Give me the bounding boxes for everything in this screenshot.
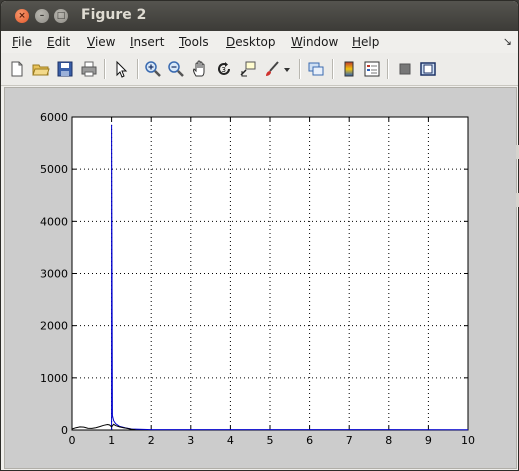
link-plot-icon[interactable] — [307, 60, 325, 78]
x-tick-label: 10 — [461, 434, 475, 447]
show-plot-tools-icon[interactable] — [419, 60, 437, 78]
minimize-button[interactable]: – — [35, 9, 49, 23]
toolbar-separator — [387, 59, 389, 79]
menu-desktop[interactable]: Desktop — [226, 35, 276, 49]
svg-text:3: 3 — [222, 66, 226, 74]
pan-hand-icon[interactable] — [191, 60, 209, 78]
menu-help-label: elp — [361, 35, 380, 49]
menu-window-label: indow — [302, 35, 339, 49]
new-figure-icon[interactable] — [8, 60, 26, 78]
hide-plot-tools-icon[interactable] — [396, 60, 414, 78]
menu-window[interactable]: Window — [291, 35, 338, 49]
x-tick-label: 3 — [187, 434, 194, 447]
x-tick-label: 8 — [385, 434, 392, 447]
y-tick-label: 6000 — [40, 111, 68, 124]
brush-icon[interactable] — [263, 60, 281, 78]
y-tick-label: 4000 — [40, 215, 68, 228]
menu-window-mnemonic: W — [291, 35, 303, 49]
toolbar-separator — [299, 59, 301, 79]
menu-help[interactable]: Help — [352, 35, 379, 49]
menu-desktop-label: esktop — [235, 35, 276, 49]
x-tick-label: 4 — [227, 434, 234, 447]
menu-tools[interactable]: Tools — [179, 35, 209, 49]
y-tick-label: 5000 — [40, 163, 68, 176]
toolbar-separator — [104, 59, 106, 79]
x-tick-label: 1 — [108, 434, 115, 447]
y-tick-label: 2000 — [40, 320, 68, 333]
window-title: Figure 2 — [81, 7, 147, 23]
menu-edit-mnemonic: E — [47, 35, 55, 49]
edit-plot-arrow-icon[interactable] — [112, 60, 130, 78]
save-figure-icon[interactable] — [56, 60, 74, 78]
menu-insert[interactable]: Insert — [130, 35, 164, 49]
menu-view[interactable]: View — [87, 35, 115, 49]
figure-canvas[interactable]: 0 1 2 3 4 5 6 7 8 9 10 0 1000 2000 3000 4000 5000 6000 — [4, 87, 517, 469]
x-tick-label: 7 — [346, 434, 353, 447]
close-button[interactable]: × — [15, 9, 29, 23]
menu-edit-label: dit — [54, 35, 71, 49]
menu-help-mnemonic: H — [352, 35, 362, 49]
toolbar: 3 — [1, 53, 518, 86]
menu-desktop-mnemonic: D — [226, 35, 236, 49]
x-tick-label: 0 — [69, 434, 76, 447]
title-bar[interactable]: × – □ Figure 2 — [1, 1, 518, 31]
figure-window: × – □ Figure 2 File Edit View Insert Too… — [0, 0, 519, 471]
data-cursor-icon[interactable] — [239, 60, 257, 78]
toolbar-separator — [332, 59, 334, 79]
maximize-button[interactable]: □ — [54, 9, 68, 23]
menu-bar: File Edit View Insert Tools Desktop Wind… — [1, 31, 518, 53]
x-tick-label: 6 — [306, 434, 313, 447]
zoom-out-icon[interactable] — [167, 60, 185, 78]
x-tick-label: 9 — [425, 434, 432, 447]
menu-file-label: ile — [18, 35, 33, 49]
x-tick-label: 5 — [267, 434, 274, 447]
menu-tools-label: ools — [184, 35, 209, 49]
zoom-in-icon[interactable] — [144, 60, 162, 78]
rotate-3d-icon[interactable]: 3 — [215, 60, 233, 78]
colorbar-icon[interactable] — [340, 60, 358, 78]
plot-svg[interactable]: 0 1 2 3 4 5 6 7 8 9 10 0 1000 2000 3000 4000 5000 6000 — [5, 88, 516, 468]
menu-insert-label: nsert — [133, 35, 165, 49]
y-tick-label: 3000 — [40, 268, 68, 281]
open-file-icon[interactable] — [32, 60, 50, 78]
toolbar-separator — [137, 59, 139, 79]
print-figure-icon[interactable] — [80, 60, 98, 78]
dock-arrow-icon[interactable]: ↘ — [503, 35, 512, 48]
legend-icon[interactable] — [363, 60, 381, 78]
menu-edit[interactable]: Edit — [47, 35, 70, 49]
x-tick-label: 2 — [148, 434, 155, 447]
brush-dropdown-icon[interactable] — [282, 60, 292, 78]
y-tick-label: 1000 — [40, 372, 68, 385]
y-tick-label: 0 — [61, 424, 68, 437]
menu-view-label: iew — [94, 35, 116, 49]
menu-view-mnemonic: V — [87, 35, 95, 49]
menu-file[interactable]: File — [12, 35, 32, 49]
